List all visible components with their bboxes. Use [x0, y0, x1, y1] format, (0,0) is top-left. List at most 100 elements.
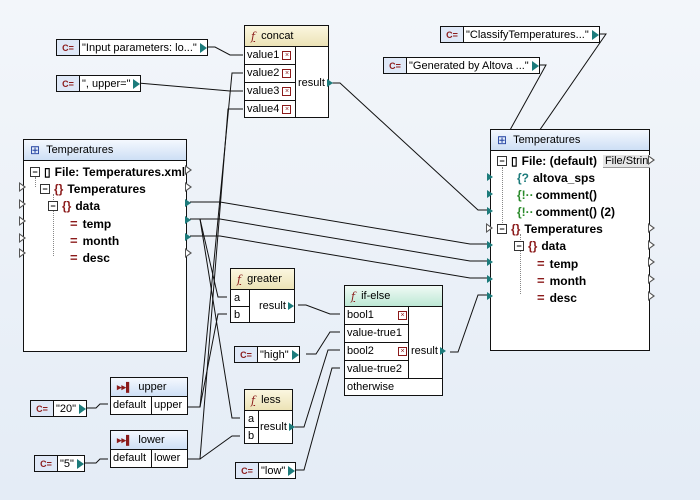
input-port[interactable]: [19, 216, 26, 226]
tree-item-data[interactable]: − {} data: [48, 199, 100, 213]
output-port[interactable]: [185, 182, 192, 192]
collapse-icon[interactable]: −: [30, 167, 40, 177]
tree-item-month[interactable]: = month: [537, 273, 586, 288]
input-otherwise[interactable]: otherwise: [347, 381, 394, 393]
constant-20[interactable]: C= "20": [30, 400, 88, 417]
schema-header[interactable]: ⊞ Temperatures: [491, 130, 649, 151]
function-header[interactable]: f concat: [245, 26, 328, 47]
input-port[interactable]: [19, 233, 26, 243]
collapse-icon[interactable]: −: [40, 184, 50, 194]
input-port[interactable]: [487, 190, 493, 198]
input-port[interactable]: [19, 248, 26, 258]
remove-icon[interactable]: ×: [282, 86, 292, 96]
collapse-icon[interactable]: −: [497, 224, 507, 234]
output-port[interactable]: [185, 216, 191, 224]
tree-item-file[interactable]: − ▯ File: (default) File/Strin: [497, 154, 651, 168]
output-port[interactable]: [648, 240, 655, 250]
tree-item-desc[interactable]: = desc: [537, 290, 577, 305]
remove-icon[interactable]: ×: [398, 346, 407, 356]
input-default[interactable]: default: [113, 452, 146, 464]
output-port[interactable]: [439, 347, 446, 355]
output-port[interactable]: [199, 43, 207, 53]
output-upper[interactable]: upper: [154, 399, 182, 411]
tree-item-comment-2[interactable]: {!·· comment() (2): [517, 205, 615, 219]
input-a[interactable]: a: [234, 292, 240, 304]
output-port[interactable]: [648, 291, 655, 301]
tree-item-temp[interactable]: = temp: [537, 256, 578, 271]
input-value-true2[interactable]: value-true2: [347, 363, 402, 375]
input-port[interactable]: [487, 207, 493, 215]
collapse-icon[interactable]: −: [514, 241, 524, 251]
output-port[interactable]: [591, 30, 599, 40]
output-result[interactable]: result: [298, 77, 333, 89]
output-port[interactable]: [648, 274, 655, 284]
tree-item-temp[interactable]: = temp: [70, 216, 111, 231]
function-header[interactable]: f if-else: [345, 286, 442, 307]
tree-item-root[interactable]: − {} Temperatures: [497, 222, 603, 236]
output-port[interactable]: [133, 79, 141, 89]
file-string-button[interactable]: File/Strin: [602, 154, 651, 168]
input-port[interactable]: [486, 223, 493, 233]
input-value4[interactable]: value4 ×: [247, 103, 292, 115]
output-port[interactable]: [648, 257, 655, 267]
input-bool2[interactable]: bool2 ×: [347, 345, 407, 357]
input-bool1[interactable]: bool1 ×: [347, 309, 407, 321]
function-if-else[interactable]: f if-else bool1 × value-true1 bool2 × valu…: [344, 285, 446, 396]
tree-item-pi[interactable]: {? altova_sps: [517, 171, 595, 185]
target-schema-temperatures[interactable]: ⊞ Temperatures − ▯ File: (default) File/…: [490, 129, 651, 351]
constant-input-params[interactable]: C= "Input parameters: lo...": [56, 39, 208, 56]
remove-icon[interactable]: ×: [398, 310, 407, 320]
input-port[interactable]: [19, 199, 26, 209]
tree-item-desc[interactable]: = desc: [70, 250, 110, 265]
input-value1[interactable]: value1 ×: [247, 49, 292, 61]
input-port[interactable]: [487, 292, 493, 300]
schema-header[interactable]: ⊞ Temperatures: [24, 140, 186, 161]
input-value3[interactable]: value3 ×: [247, 85, 292, 97]
collapse-icon[interactable]: −: [497, 156, 507, 166]
output-port[interactable]: [291, 350, 299, 360]
output-port[interactable]: [76, 459, 84, 469]
constant-5[interactable]: C= "5": [34, 455, 85, 472]
output-result[interactable]: result: [260, 421, 295, 433]
function-header[interactable]: f less: [245, 390, 292, 411]
parameter-upper[interactable]: ▸▸▌ upper default upper: [110, 377, 188, 415]
remove-icon[interactable]: ×: [282, 50, 292, 60]
output-port[interactable]: [648, 155, 655, 165]
output-lower[interactable]: lower: [154, 452, 180, 464]
remove-icon[interactable]: ×: [282, 104, 292, 114]
output-port[interactable]: [648, 223, 655, 233]
tree-item-data[interactable]: − {} data: [514, 239, 566, 253]
remove-icon[interactable]: ×: [282, 68, 292, 78]
output-result[interactable]: result: [259, 300, 294, 312]
collapse-icon[interactable]: −: [48, 201, 58, 211]
function-concat[interactable]: f concat value1 × value2 × value3 × valu…: [244, 25, 333, 118]
parameter-header[interactable]: ▸▸▌ upper: [111, 378, 187, 397]
input-default[interactable]: default: [113, 399, 146, 411]
input-port[interactable]: [487, 173, 493, 181]
parameter-header[interactable]: ▸▸▌ lower: [111, 431, 187, 450]
output-result[interactable]: result: [411, 345, 446, 357]
constant-low[interactable]: C= "low": [235, 462, 297, 479]
output-port[interactable]: [185, 165, 192, 175]
input-port[interactable]: [487, 275, 493, 283]
output-port[interactable]: [288, 466, 296, 476]
tree-item-root[interactable]: − {} Temperatures: [40, 182, 146, 196]
constant-upper-eq[interactable]: C= ", upper=": [56, 75, 142, 92]
output-port[interactable]: [531, 61, 539, 71]
constant-generated[interactable]: C= "Generated by Altova ...": [383, 57, 540, 74]
constant-classify[interactable]: C= "ClassifyTemperatures...": [440, 26, 600, 43]
output-port[interactable]: [288, 423, 295, 431]
output-port[interactable]: [326, 79, 333, 87]
parameter-lower[interactable]: ▸▸▌ lower default lower: [110, 430, 188, 468]
output-port[interactable]: [185, 233, 191, 241]
tree-item-comment[interactable]: {!·· comment(): [517, 188, 597, 202]
output-port[interactable]: [79, 404, 87, 414]
tree-item-file[interactable]: − ▯ File: Temperatures.xml: [30, 165, 185, 179]
input-port[interactable]: [487, 241, 493, 249]
output-port[interactable]: [185, 199, 191, 207]
input-port[interactable]: [19, 182, 26, 192]
function-less[interactable]: f less a b result: [244, 389, 295, 444]
function-header[interactable]: f greater: [231, 269, 294, 290]
input-a[interactable]: a: [248, 413, 254, 425]
input-port[interactable]: [487, 258, 493, 266]
